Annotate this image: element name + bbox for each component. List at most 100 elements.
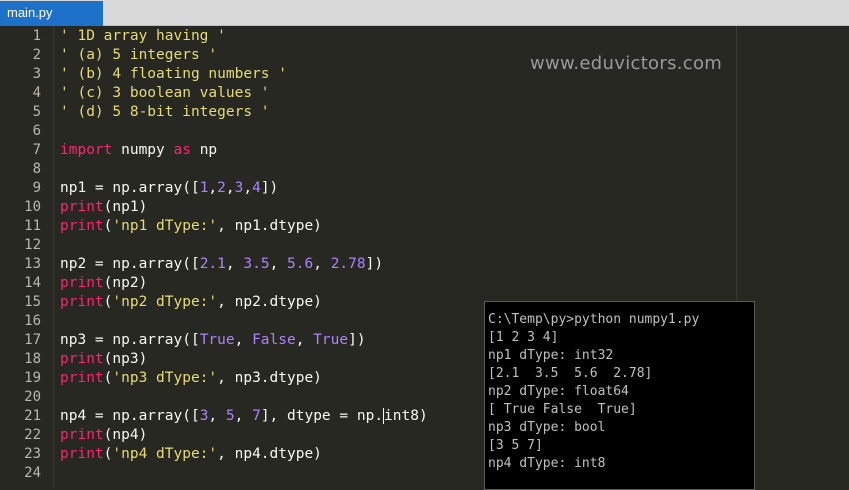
builtin-print: print bbox=[60, 427, 104, 443]
line-number: 22 bbox=[24, 427, 41, 443]
code-text: ]) bbox=[348, 332, 366, 348]
line-number: 8 bbox=[32, 161, 41, 177]
text-cursor: int8) bbox=[383, 408, 428, 424]
line-number: 17 bbox=[24, 332, 41, 348]
code-text: np bbox=[190, 142, 218, 158]
number-literal: 7 bbox=[252, 408, 261, 424]
code-text: ], dtype = np. bbox=[260, 408, 384, 424]
line-number: 2 bbox=[32, 47, 41, 63]
code-text: ]) bbox=[365, 256, 384, 272]
line-number: 7 bbox=[32, 142, 41, 158]
console-line: [ True False True] bbox=[488, 402, 637, 417]
builtin-print: print bbox=[60, 218, 104, 234]
code-text: , np1.dtype) bbox=[217, 218, 322, 234]
code-line-23: print('np4 dType:', np4.dtype) bbox=[60, 446, 322, 462]
console-line: [2.1 3.5 5.6 2.78] bbox=[488, 366, 653, 381]
code-line-4: ' (c) 3 boolean values ' bbox=[60, 85, 270, 101]
bool-literal: True bbox=[313, 332, 349, 348]
builtin-print: print bbox=[60, 351, 104, 367]
code-line-5: ' (d) 5 8-bit integers ' bbox=[60, 104, 270, 120]
code-line-1: ' 1D array having ' bbox=[60, 28, 226, 44]
code-line-19: print('np3 dType:', np3.dtype) bbox=[60, 370, 322, 386]
code-line-14: print(np2) bbox=[60, 274, 147, 293]
keyword-import: import bbox=[60, 142, 113, 158]
line-number: 18 bbox=[24, 351, 41, 367]
number-literal: 5.6 bbox=[287, 256, 314, 272]
number-literal: 2.78 bbox=[330, 256, 366, 272]
string-literal: 'np1 dType:' bbox=[112, 218, 218, 234]
line-number: 12 bbox=[24, 237, 41, 253]
number-literal: 3 bbox=[199, 408, 209, 424]
number-literal: 4 bbox=[252, 180, 261, 196]
number-literal: 3 bbox=[234, 180, 244, 196]
line-number: 5 bbox=[32, 104, 41, 120]
code-line-2: ' (a) 5 integers ' bbox=[60, 47, 218, 63]
console-line: [3 5 7] bbox=[488, 438, 543, 453]
builtin-print: print bbox=[60, 275, 104, 291]
line-number: 9 bbox=[32, 180, 41, 196]
line-number: 1 bbox=[32, 28, 41, 44]
code-text: (np4) bbox=[103, 427, 148, 443]
code-line-18: print(np3) bbox=[60, 350, 147, 369]
line-number: 20 bbox=[24, 389, 41, 405]
keyword-as: as bbox=[173, 142, 191, 158]
code-text: np4 = np.array([ bbox=[60, 408, 200, 424]
number-literal: 2.1 bbox=[199, 256, 226, 272]
console-line: np3 dType: bool bbox=[488, 420, 606, 435]
bool-literal: True bbox=[199, 332, 235, 348]
tab-label: main.py bbox=[7, 5, 53, 20]
number-literal: 1 bbox=[199, 180, 209, 196]
code-text: (np2) bbox=[103, 275, 148, 291]
tab-bar: main.py bbox=[0, 0, 849, 26]
builtin-print: print bbox=[60, 370, 104, 386]
string-literal: 'np3 dType:' bbox=[112, 370, 218, 386]
line-number: 19 bbox=[24, 370, 41, 386]
line-number: 16 bbox=[24, 313, 41, 329]
builtin-print: print bbox=[60, 199, 104, 215]
code-line-21: np4 = np.array([3, 5, 7], dtype = np.int… bbox=[60, 408, 428, 424]
code-text: , np4.dtype) bbox=[217, 446, 322, 462]
code-line-7: import numpy as np bbox=[60, 141, 217, 160]
line-number-gutter: 1 2 3 4 5 6 7 8 9 10 11 12 13 14 15 16 1… bbox=[0, 26, 54, 488]
code-line-11: print('np1 dType:', np1.dtype) bbox=[60, 218, 322, 234]
tab-main-py[interactable]: main.py bbox=[0, 1, 103, 26]
line-number: 15 bbox=[24, 294, 41, 310]
line-number: 24 bbox=[24, 465, 41, 481]
code-text: numpy bbox=[112, 142, 174, 158]
bool-literal: False bbox=[252, 332, 296, 348]
code-line-3: ' (b) 4 floating numbers ' bbox=[60, 66, 287, 82]
console-line: [1 2 3 4] bbox=[488, 330, 559, 345]
line-number: 21 bbox=[24, 408, 41, 424]
builtin-print: print bbox=[60, 294, 104, 310]
code-line-9: np1 = np.array([1,2,3,4]) bbox=[60, 180, 279, 196]
number-literal: 2 bbox=[217, 180, 226, 196]
code-line-10: print(np1) bbox=[60, 198, 147, 217]
code-text: (np3) bbox=[103, 351, 148, 367]
line-number: 10 bbox=[24, 199, 41, 215]
code-text: np1 = np.array([ bbox=[60, 180, 200, 196]
line-number: 23 bbox=[24, 446, 41, 462]
code-text: , np2.dtype) bbox=[217, 294, 322, 310]
console-output-window: C:\Temp\py>python numpy1.py [1 2 3 4] np… bbox=[484, 301, 755, 490]
code-editor[interactable]: 1 2 3 4 5 6 7 8 9 10 11 12 13 14 15 16 1… bbox=[0, 26, 849, 490]
number-literal: 5 bbox=[225, 408, 235, 424]
line-number: 4 bbox=[32, 85, 41, 101]
number-literal: 3.5 bbox=[243, 256, 270, 272]
line-number: 14 bbox=[24, 275, 41, 291]
code-text: np2 = np.array([ bbox=[60, 256, 200, 272]
string-literal: 'np4 dType:' bbox=[112, 446, 218, 462]
line-number: 6 bbox=[32, 123, 41, 139]
code-text: , np3.dtype) bbox=[217, 370, 322, 386]
console-line: np1 dType: int32 bbox=[488, 348, 614, 363]
builtin-print: print bbox=[60, 446, 104, 462]
code-line-17: np3 = np.array([True, False, True]) bbox=[60, 332, 366, 348]
line-number: 13 bbox=[24, 256, 41, 272]
console-line: C:\Temp\py>python numpy1.py bbox=[488, 312, 700, 327]
code-line-15: print('np2 dType:', np2.dtype) bbox=[60, 294, 322, 310]
code-text: ]) bbox=[260, 180, 279, 196]
code-line-22: print(np4) bbox=[60, 426, 147, 445]
line-number: 3 bbox=[32, 66, 41, 82]
string-literal: 'np2 dType:' bbox=[112, 294, 218, 310]
console-line: np4 dType: int8 bbox=[488, 456, 606, 471]
code-line-13: np2 = np.array([2.1, 3.5, 5.6, 2.78]) bbox=[60, 256, 384, 272]
